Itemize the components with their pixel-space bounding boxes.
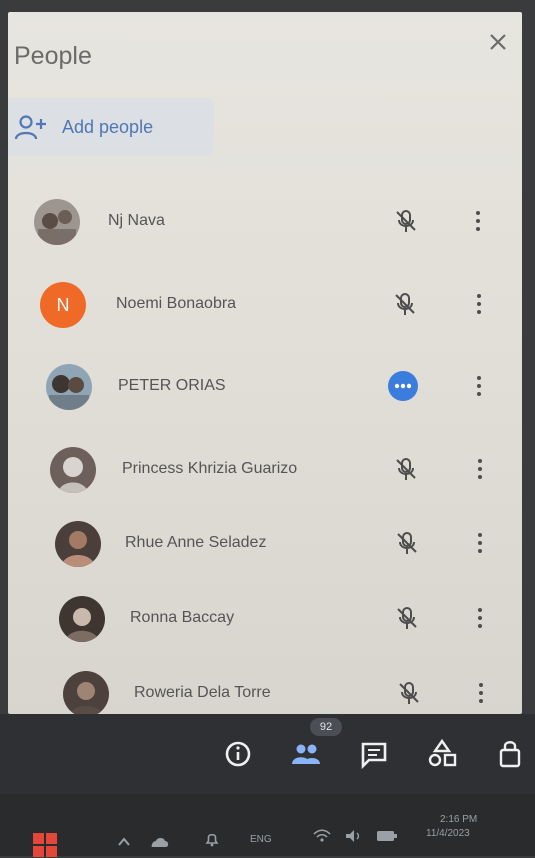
participant-row[interactable]: PETER ORIAS [8, 355, 522, 419]
language-indicator[interactable]: ENG [250, 834, 272, 845]
speaking-indicator [388, 371, 418, 401]
system-taskbar: ENG 2:16 PM 11/4/2023 [0, 794, 535, 858]
mic-off-icon [395, 293, 415, 315]
clock-date[interactable]: 11/4/2023 [426, 828, 470, 839]
cloud-icon[interactable] [148, 834, 170, 850]
mic-off-icon [396, 458, 416, 480]
volume-icon[interactable] [344, 828, 364, 844]
start-icon[interactable] [32, 832, 58, 858]
participant-row[interactable]: Roweria Dela Torre [8, 662, 522, 714]
chevron-up-icon[interactable] [116, 834, 132, 850]
speaking-dots-icon [394, 383, 412, 389]
more-options-icon[interactable] [473, 456, 487, 482]
add-people-label: Add people [62, 116, 154, 137]
participant-row[interactable]: N Noemi Bonaobra [8, 273, 522, 337]
participant-name: Noemi Bonaobra [116, 295, 237, 312]
wifi-icon[interactable] [312, 828, 332, 844]
participant-name: Nj Nava [108, 212, 165, 229]
meeting-toolbar: 92 [0, 714, 535, 794]
add-people-button[interactable]: Add people [8, 98, 214, 156]
notification-bell-icon[interactable] [204, 830, 220, 848]
battery-icon[interactable] [376, 830, 398, 842]
more-options-icon[interactable] [473, 605, 487, 631]
clock-time[interactable]: 2:16 PM [440, 814, 477, 825]
mic-off-icon [399, 682, 419, 704]
people-count-badge: 92 [310, 718, 342, 736]
panel-title: People [14, 42, 92, 70]
participant-row[interactable]: Nj Nava [8, 190, 522, 254]
avatar [59, 596, 105, 642]
avatar [50, 447, 96, 493]
people-icon[interactable] [288, 736, 324, 772]
close-button[interactable] [484, 28, 512, 56]
host-controls-icon[interactable] [492, 736, 528, 772]
add-person-icon [14, 115, 46, 140]
mic-off-icon [396, 210, 416, 232]
mic-off-icon [397, 532, 417, 554]
people-panel: People Add people Nj Nava N Noemi Bonaob… [8, 12, 522, 714]
participant-name: Roweria Dela Torre [134, 684, 271, 701]
chat-icon[interactable] [356, 736, 392, 772]
avatar [46, 364, 92, 410]
participant-row[interactable]: Rhue Anne Seladez [8, 512, 522, 576]
participant-name: Princess Khrizia Guarizo [122, 460, 298, 477]
close-icon [490, 34, 506, 50]
meeting-details-icon[interactable] [220, 736, 256, 772]
avatar [55, 521, 101, 567]
avatar [34, 199, 80, 245]
more-options-icon[interactable] [471, 208, 485, 234]
activities-icon[interactable] [424, 736, 460, 772]
avatar [63, 671, 109, 714]
mic-off-icon [397, 607, 417, 629]
participant-name: Rhue Anne Seladez [125, 534, 267, 551]
avatar: N [40, 282, 86, 328]
more-options-icon[interactable] [473, 530, 487, 556]
more-options-icon[interactable] [474, 680, 488, 706]
participant-name: Ronna Baccay [130, 609, 235, 626]
participant-name: PETER ORIAS [118, 377, 226, 394]
participant-row[interactable]: Princess Khrizia Guarizo [8, 438, 522, 502]
more-options-icon[interactable] [472, 373, 486, 399]
participant-row[interactable]: Ronna Baccay [8, 587, 522, 651]
more-options-icon[interactable] [472, 291, 486, 317]
